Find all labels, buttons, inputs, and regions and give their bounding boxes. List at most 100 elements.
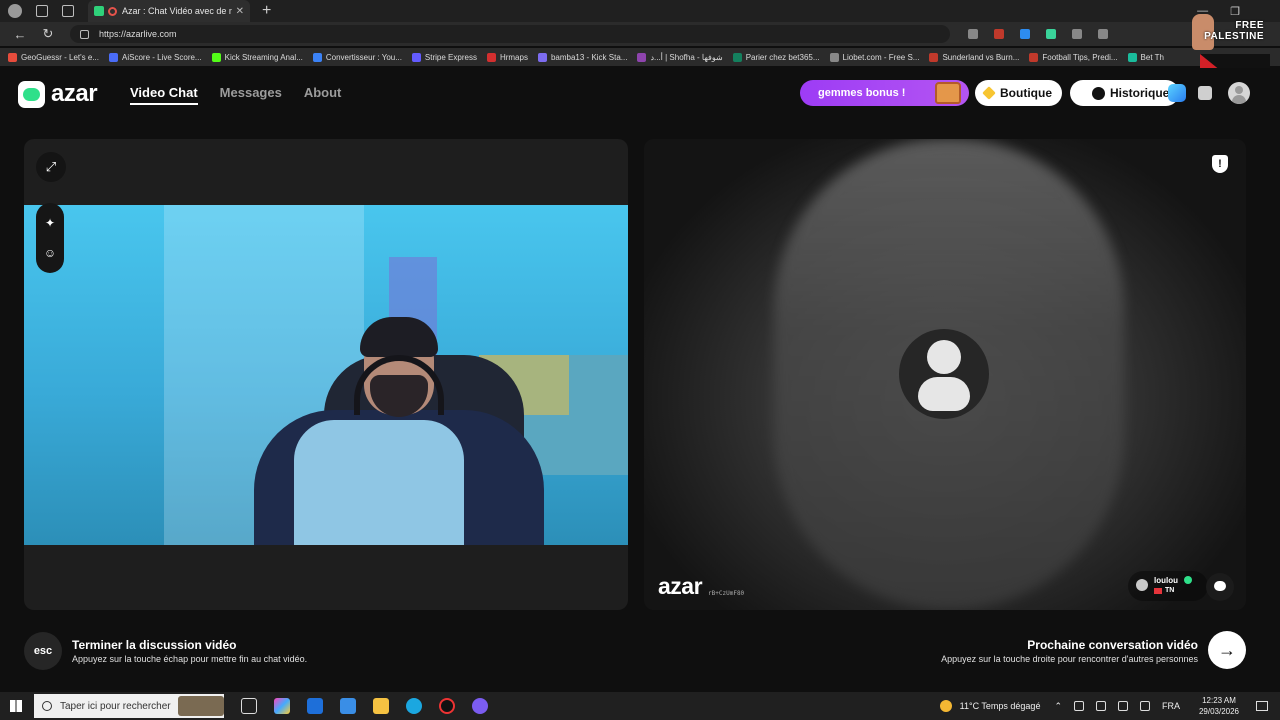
browser-tab-azar[interactable]: Azar : Chat Vidéo avec de n ✕ [88,0,250,22]
extension-toolbar [968,29,1108,39]
site-info-icon[interactable] [80,29,89,39]
end-chat-title: Terminer la discussion vidéo [72,638,237,652]
show-hidden-icons-icon[interactable]: ⌃ [1054,701,1062,712]
gems-bonus-label: gemmes bonus ! [818,87,906,99]
recording-indicator-icon [108,6,117,16]
windows-start-icon[interactable] [10,700,22,712]
bookmark-item[interactable]: Bet Th [1127,52,1164,62]
download-icon[interactable] [1098,29,1108,39]
nav-video-chat[interactable]: Video Chat [130,85,198,105]
monitor-icon[interactable] [1096,701,1106,711]
recorder-app-icon[interactable] [439,698,455,714]
expand-icon[interactable]: ⤢ [36,152,66,182]
next-chat-title: Prochaine conversation vidéo [1027,638,1198,652]
close-tab-icon[interactable]: ✕ [236,6,244,17]
url-text: https://azarlive.com [99,29,177,39]
extension-icon[interactable] [1020,29,1030,39]
address-bar-row: ← ↻ https://azarlive.com [0,22,1280,46]
partner-user-card[interactable]: loulou TN [1128,571,1208,601]
face-filter-icon[interactable]: ☺ [43,246,57,260]
speaker-icon[interactable] [1118,701,1128,711]
bookmark-item[interactable]: Parier chez bet365... [732,52,820,62]
back-icon[interactable]: ← [12,27,28,42]
search-highlight-image [178,696,224,716]
outlook-icon[interactable] [307,698,323,714]
end-chat-hint: Appuyez sur la touche échap pour mettre … [72,654,308,664]
taskbar-search[interactable]: Taper ici pour rechercher [34,694,224,718]
new-tab-button[interactable]: + [262,2,271,20]
copilot-icon[interactable] [274,698,290,714]
network-icon[interactable] [1074,701,1084,711]
system-clock[interactable]: 12:23 AM 29/03/2026 [1194,695,1244,717]
address-field[interactable]: https://azarlive.com [70,25,950,43]
end-chat-button[interactable]: esc [24,632,62,670]
tab-actions-icon[interactable] [62,5,74,17]
gem-icon [982,86,996,100]
magic-wand-icon[interactable]: ✦ [43,216,57,230]
battery-icon[interactable] [1140,701,1150,711]
weather-moon-icon [939,700,952,712]
bookmark-icon [8,52,17,62]
gems-bonus-button[interactable]: gemmes bonus ! [800,80,969,106]
notification-icon[interactable] [1198,86,1212,100]
bookmark-item[interactable]: Football Tips, Predi... [1029,52,1118,62]
bookmark-item[interactable]: Liobet.com - Free S... [829,52,919,62]
verified-icon [1184,576,1192,584]
browser-tab-strip: Azar : Chat Vidéo avec de n ✕ + — ❐ [0,0,1280,22]
store-icon[interactable] [340,698,356,714]
bookmarks-bar: GeoGuessr - Let's e... AiScore - Live Sc… [0,48,1280,66]
chat-app-icon[interactable] [472,698,488,714]
bookmark-icon [537,52,547,62]
bookmark-icon [929,52,939,62]
split-screen-icon[interactable] [1072,29,1082,39]
bookmark-icon [486,52,496,62]
clock-icon [1092,86,1105,100]
search-icon [42,701,52,711]
task-view-icon[interactable] [241,698,257,714]
bookmark-icon [637,52,647,62]
next-chat-hint: Appuyez sur la touche droite pour rencon… [941,654,1198,664]
file-explorer-icon[interactable] [373,698,389,714]
bookmark-item[interactable]: Sunderland vs Burn... [929,52,1019,62]
bookmark-icon [1127,52,1137,62]
partner-avatar-icon [899,329,989,419]
next-chat-button[interactable]: → [1208,631,1246,669]
historique-button[interactable]: Historique [1070,80,1180,106]
extension-icon[interactable] [1046,29,1056,39]
notification-center-icon[interactable] [1256,701,1268,711]
chat-bubble-button[interactable] [1206,573,1234,601]
bookmark-icon [1029,52,1039,62]
extension-icon[interactable] [968,29,978,39]
azar-app: azar Video Chat Messages About gemmes bo… [0,68,1280,690]
bookmark-item[interactable]: Kick Streaming Anal... [211,52,303,62]
gem-shop-icon[interactable] [1168,84,1186,102]
bookmark-item[interactable]: Hrmaps [486,52,528,62]
nav-about[interactable]: About [304,85,342,105]
edge-browser-icon[interactable] [406,698,422,714]
bookmark-icon [732,52,742,62]
partner-name: loulou [1154,576,1178,585]
bookmark-item[interactable]: Convertisseur : You... [312,52,402,62]
bookmark-item[interactable]: Stripe Express [411,52,477,62]
weather-text[interactable]: 11°C Temps dégagé [960,701,1041,711]
nav-messages[interactable]: Messages [220,85,282,105]
windows-taskbar: Taper ici pour rechercher 11°C Temps dég… [0,692,1280,720]
extension-icon[interactable] [994,29,1004,39]
bookmark-icon [411,52,421,62]
partner-small-avatar-icon [1136,579,1148,591]
refresh-icon[interactable]: ↻ [40,26,56,42]
bookmark-item[interactable]: bamba13 - Kick Sta... [537,52,627,62]
watermark-code: rB+CzUmF80 [708,590,745,597]
workspaces-icon[interactable] [36,5,48,17]
language-indicator[interactable]: FRA [1162,701,1180,711]
profile-icon[interactable] [8,4,22,18]
bookmark-item[interactable]: GeoGuessr - Let's e... [8,52,99,62]
report-shield-icon[interactable]: ! [1212,155,1228,173]
clock-time: 12:23 AM [1202,696,1236,705]
bookmark-item[interactable]: AiScore - Live Score... [109,52,202,62]
bookmark-item[interactable]: أ...د | Shofha - شوفها [637,52,723,62]
azar-logo[interactable]: azar [18,80,98,108]
boutique-button[interactable]: Boutique [975,80,1062,106]
historique-label: Historique [1110,86,1170,100]
user-avatar[interactable] [1228,82,1250,104]
